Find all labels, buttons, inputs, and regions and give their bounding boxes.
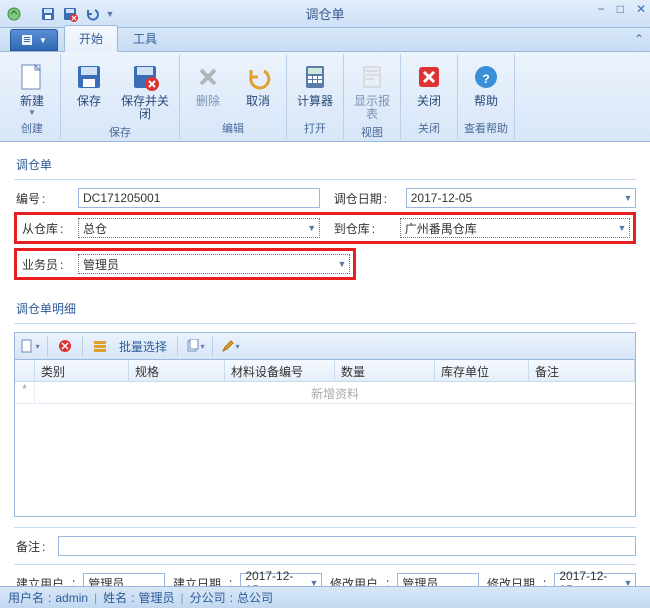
group-create-label: 创建 xyxy=(10,118,54,139)
save-close-button[interactable]: 保存并关闭 xyxy=(117,56,173,122)
report-button: 显示报表 xyxy=(350,56,394,122)
chevron-down-icon: ▼ xyxy=(305,223,319,233)
calculator-button[interactable]: 计算器 xyxy=(293,56,337,118)
qat-undo-icon[interactable] xyxy=(82,4,102,24)
qat-dropdown-icon[interactable]: ▼ xyxy=(104,4,116,24)
qat-saveclose-icon[interactable] xyxy=(60,4,80,24)
ribbon-tabstrip: ▼ 开始 工具 ⌃ xyxy=(0,28,650,52)
group-help-label: 查看帮助 xyxy=(464,118,508,139)
new-row-icon: * xyxy=(15,382,35,403)
status-user-label: 用户名 xyxy=(8,589,44,606)
group-view-label: 视图 xyxy=(350,122,394,143)
close-button[interactable]: 关闭 xyxy=(407,56,451,118)
memo-label: 备注 xyxy=(16,540,40,554)
col-spec[interactable]: 规格 xyxy=(129,360,225,381)
no-label: 编号 xyxy=(16,192,40,206)
undo-icon xyxy=(242,61,274,93)
chevron-down-icon: ▼ xyxy=(621,193,635,203)
app-icon[interactable] xyxy=(4,4,24,24)
clerk-label: 业务员 xyxy=(22,258,58,272)
new-row-hint: 新增资料 xyxy=(35,382,635,403)
col-code[interactable]: 材料设备编号 xyxy=(225,360,335,381)
detail-grid: 类别 规格 材料设备编号 数量 库存单位 备注 * 新增资料 xyxy=(14,360,636,517)
status-bar: 用户名: admin | 姓名: 管理员 | 分公司: 总公司 xyxy=(0,586,650,608)
save-close-icon xyxy=(129,61,161,93)
chevron-down-icon: ▼ xyxy=(335,259,349,269)
from-label: 从仓库 xyxy=(22,222,58,236)
title-bar: ▼ 调仓单 − □ ✕ xyxy=(0,0,650,28)
calculator-icon xyxy=(299,61,331,93)
col-unit[interactable]: 库存单位 xyxy=(435,360,529,381)
to-label: 到仓库 xyxy=(334,222,370,236)
batch-select-button[interactable]: 批量选择 xyxy=(115,338,171,355)
group-open-label: 打开 xyxy=(293,118,337,139)
new-icon xyxy=(16,61,48,93)
file-menu-button[interactable]: ▼ xyxy=(10,29,58,51)
col-remark[interactable]: 备注 xyxy=(529,360,635,381)
tab-tools[interactable]: 工具 xyxy=(118,25,172,51)
col-qty[interactable]: 数量 xyxy=(335,360,435,381)
grid-rowselector-header xyxy=(15,360,35,381)
grid-new-row[interactable]: * 新增资料 xyxy=(15,382,635,404)
toolbar-new-button[interactable]: ▾ xyxy=(19,335,41,357)
grid-body[interactable] xyxy=(15,404,635,516)
grid-header: 类别 规格 材料设备编号 数量 库存单位 备注 xyxy=(15,360,635,382)
svg-text:?: ? xyxy=(482,72,489,86)
toolbar-copy-button[interactable]: ▾ xyxy=(184,335,206,357)
report-icon xyxy=(356,61,388,93)
tab-start[interactable]: 开始 xyxy=(64,25,118,52)
status-name-label: 姓名 xyxy=(103,589,127,606)
save-icon xyxy=(73,61,105,93)
toolbar-batch-icon[interactable] xyxy=(89,335,111,357)
qat-save-icon[interactable] xyxy=(38,4,58,24)
group-edit-label: 编辑 xyxy=(186,118,280,139)
quick-access-toolbar: ▼ xyxy=(0,4,120,24)
highlight-clerk-row: 业务员: 管理员▼ xyxy=(14,248,356,280)
new-button[interactable]: 新建 ▼ xyxy=(10,56,54,118)
minimize-button[interactable]: − xyxy=(598,2,605,16)
save-button[interactable]: 保存 xyxy=(67,56,111,122)
toolbar-delete-button[interactable] xyxy=(54,335,76,357)
toolbar-edit-button[interactable]: ▾ xyxy=(219,335,241,357)
maximize-button[interactable]: □ xyxy=(617,2,624,16)
from-warehouse-combo[interactable]: 总仓▼ xyxy=(78,218,320,238)
date-label: 调仓日期 xyxy=(334,192,382,206)
date-combo[interactable]: 2017-12-05▼ xyxy=(406,188,636,208)
memo-input[interactable] xyxy=(58,536,636,556)
status-name-value: 管理员 xyxy=(139,589,175,606)
help-button[interactable]: ? 帮助 xyxy=(464,56,508,118)
cancel-button[interactable]: 取消 xyxy=(236,56,280,118)
ribbon: 新建 ▼ 创建 保存 保存并关闭 保存 删除 取消 xyxy=(0,52,650,142)
status-branch-value: 总公司 xyxy=(237,589,273,606)
group-close-label: 关闭 xyxy=(407,118,451,139)
detail-toolbar: ▾ 批量选择 ▾ ▾ xyxy=(14,332,636,360)
status-branch-label: 分公司 xyxy=(190,589,226,606)
col-category[interactable]: 类别 xyxy=(35,360,129,381)
to-warehouse-combo[interactable]: 广州番禺仓库▼ xyxy=(400,218,630,238)
close-window-button[interactable]: ✕ xyxy=(636,2,646,16)
detail-title: 调仓单明细 xyxy=(14,296,636,324)
panel-title: 调仓单 xyxy=(14,152,636,180)
delete-icon xyxy=(192,61,224,93)
no-input[interactable] xyxy=(78,188,320,208)
clerk-combo[interactable]: 管理员▼ xyxy=(78,254,350,274)
ribbon-collapse-icon[interactable]: ⌃ xyxy=(634,32,644,46)
group-save-label: 保存 xyxy=(67,122,173,143)
highlight-warehouse-row: 从仓库: 总仓▼ 到仓库: 广州番禺仓库▼ xyxy=(14,212,636,244)
close-icon xyxy=(413,61,445,93)
help-icon: ? xyxy=(470,61,502,93)
delete-button: 删除 xyxy=(186,56,230,118)
chevron-down-icon: ▼ xyxy=(615,223,629,233)
status-user-value: admin xyxy=(55,591,88,605)
